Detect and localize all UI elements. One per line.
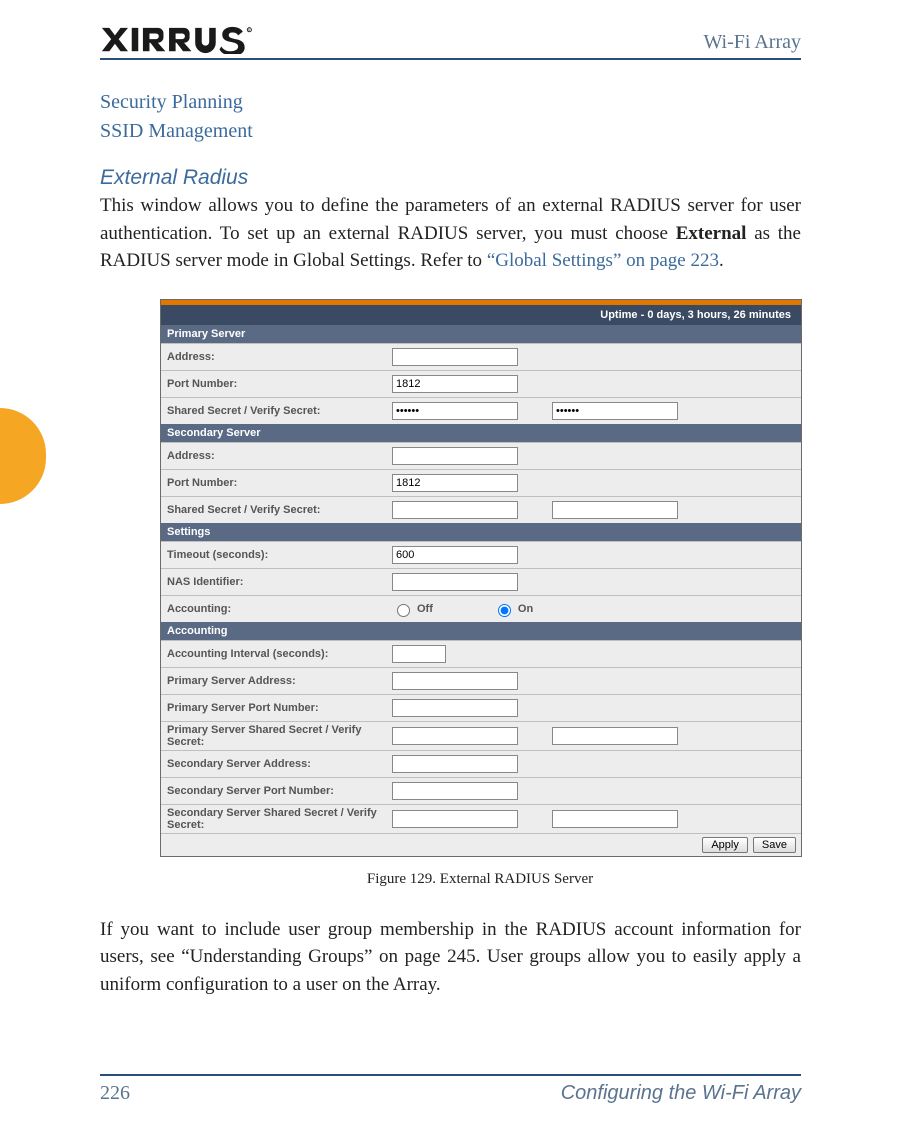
row-acct-secondary-port: Secondary Server Port Number:: [161, 777, 801, 804]
field-label: Secondary Server Port Number:: [167, 785, 392, 797]
field-label: Address:: [167, 450, 392, 462]
chapter-tab: [0, 408, 46, 504]
breadcrumb-item[interactable]: Security Planning: [100, 88, 801, 117]
acct-secondary-address-input[interactable]: [392, 755, 518, 773]
field-label: Shared Secret / Verify Secret:: [167, 405, 392, 417]
field-label: Secondary Server Shared Secret / Verify …: [167, 807, 392, 831]
acct-secondary-secret-verify-input[interactable]: [552, 810, 678, 828]
secondary-port-input[interactable]: [392, 474, 518, 492]
row-acct-primary-port: Primary Server Port Number:: [161, 694, 801, 721]
row-acct-interval: Accounting Interval (seconds):: [161, 640, 801, 667]
closing-paragraph: If you want to include user group member…: [100, 916, 801, 999]
acct-secondary-secret-input[interactable]: [392, 810, 518, 828]
row-acct-primary-address: Primary Server Address:: [161, 667, 801, 694]
screenshot-panel: Uptime - 0 days, 3 hours, 26 minutes Pri…: [160, 299, 802, 857]
button-row: Apply Save: [161, 833, 801, 856]
field-label: Shared Secret / Verify Secret:: [167, 504, 392, 516]
figure-caption: Figure 129. External RADIUS Server: [160, 871, 800, 888]
breadcrumb: Security Planning SSID Management: [100, 88, 801, 146]
svg-text:R: R: [248, 29, 251, 33]
group-header-accounting: Accounting: [161, 622, 801, 640]
breadcrumb-item[interactable]: SSID Management: [100, 117, 801, 146]
accounting-on-radio[interactable]: On: [493, 601, 533, 617]
section-heading: External Radius: [100, 166, 801, 190]
row-primary-port: Port Number:: [161, 370, 801, 397]
uptime-status: Uptime - 0 days, 3 hours, 26 minutes: [161, 305, 801, 325]
group-header-secondary: Secondary Server: [161, 424, 801, 442]
brand-logo: R: [100, 26, 268, 54]
accounting-off-radio[interactable]: Off: [392, 601, 433, 617]
field-label: Accounting:: [167, 603, 392, 615]
field-label: Primary Server Port Number:: [167, 702, 392, 714]
acct-secondary-port-input[interactable]: [392, 782, 518, 800]
page-footer: 226 Configuring the Wi-Fi Array: [100, 1074, 801, 1105]
field-label: Accounting Interval (seconds):: [167, 648, 392, 660]
page-number: 226: [100, 1082, 130, 1105]
timeout-input[interactable]: [392, 546, 518, 564]
field-label: Secondary Server Address:: [167, 758, 392, 770]
radio-off-icon[interactable]: [397, 604, 410, 617]
row-accounting-toggle: Accounting: Off On: [161, 595, 801, 622]
xirrus-logo-icon: R: [100, 26, 268, 54]
row-acct-primary-secret: Primary Server Shared Secret / Verify Se…: [161, 721, 801, 750]
field-label: Address:: [167, 351, 392, 363]
row-secondary-port: Port Number:: [161, 469, 801, 496]
primary-secret-verify-input[interactable]: [552, 402, 678, 420]
intro-paragraph: This window allows you to define the par…: [100, 192, 801, 275]
secondary-secret-input[interactable]: [392, 501, 518, 519]
row-timeout: Timeout (seconds):: [161, 541, 801, 568]
acct-interval-input[interactable]: [392, 645, 446, 663]
group-header-settings: Settings: [161, 523, 801, 541]
row-primary-secret: Shared Secret / Verify Secret:: [161, 397, 801, 424]
secondary-secret-verify-input[interactable]: [552, 501, 678, 519]
primary-port-input[interactable]: [392, 375, 518, 393]
row-secondary-address: Address:: [161, 442, 801, 469]
cross-ref-link[interactable]: “Understanding Groups” on page 245: [181, 946, 475, 967]
cross-ref-link[interactable]: “Global Settings” on page 223: [487, 250, 719, 271]
acct-primary-secret-verify-input[interactable]: [552, 727, 678, 745]
text-bold: External: [676, 223, 747, 244]
footer-section-title: Configuring the Wi-Fi Array: [561, 1082, 801, 1105]
group-header-primary: Primary Server: [161, 325, 801, 343]
page-header: R Wi-Fi Array: [100, 26, 801, 60]
acct-primary-address-input[interactable]: [392, 672, 518, 690]
field-label: Primary Server Shared Secret / Verify Se…: [167, 724, 392, 748]
acct-primary-secret-input[interactable]: [392, 727, 518, 745]
field-label: NAS Identifier:: [167, 576, 392, 588]
row-nas: NAS Identifier:: [161, 568, 801, 595]
nas-identifier-input[interactable]: [392, 573, 518, 591]
row-primary-address: Address:: [161, 343, 801, 370]
radio-on-icon[interactable]: [498, 604, 511, 617]
primary-secret-input[interactable]: [392, 402, 518, 420]
row-acct-secondary-secret: Secondary Server Shared Secret / Verify …: [161, 804, 801, 833]
doc-title: Wi-Fi Array: [703, 31, 801, 54]
secondary-address-input[interactable]: [392, 447, 518, 465]
field-label: Port Number:: [167, 378, 392, 390]
row-secondary-secret: Shared Secret / Verify Secret:: [161, 496, 801, 523]
primary-address-input[interactable]: [392, 348, 518, 366]
figure: Uptime - 0 days, 3 hours, 26 minutes Pri…: [160, 299, 800, 888]
field-label: Timeout (seconds):: [167, 549, 392, 561]
field-label: Primary Server Address:: [167, 675, 392, 687]
row-acct-secondary-address: Secondary Server Address:: [161, 750, 801, 777]
save-button[interactable]: Save: [753, 837, 796, 853]
field-label: Port Number:: [167, 477, 392, 489]
apply-button[interactable]: Apply: [702, 837, 748, 853]
text: .: [719, 250, 724, 271]
acct-primary-port-input[interactable]: [392, 699, 518, 717]
